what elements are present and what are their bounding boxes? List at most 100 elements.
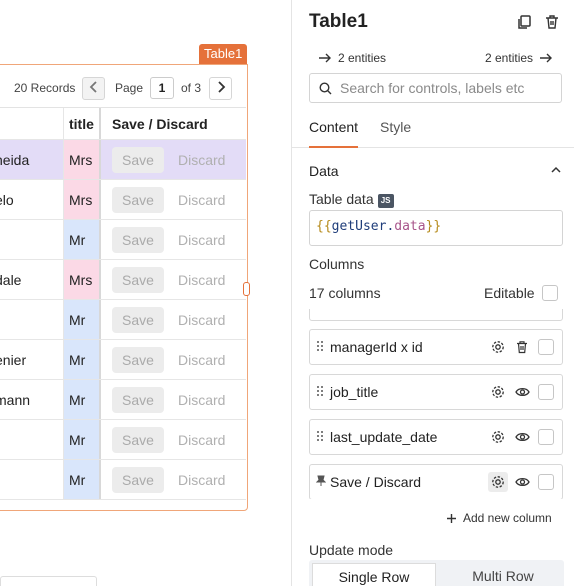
cell-title[interactable]: Mrs [63,260,99,299]
table-row[interactable]: lMr Save Discard [0,420,246,460]
row-discard-button[interactable]: Discard [178,232,225,248]
row-discard-button[interactable]: Discard [178,432,225,448]
cell-name[interactable]: dale [0,260,63,299]
pane-title[interactable]: Table1 [309,11,368,33]
cell-name[interactable]: elo [0,180,63,219]
row-save-button[interactable]: Save [112,346,164,373]
column-item[interactable]: managerId x id [309,329,563,365]
table-row[interactable]: eloMrs Save Discard [0,180,246,220]
cell-name[interactable]: enier [0,340,63,379]
update-mode-multi-row[interactable]: Multi Row [441,563,565,586]
cell-title[interactable]: Mr [63,220,99,259]
table-data-label-row: Table data JS [309,191,394,208]
table-widget[interactable]: 20 Records Page 1 of 3 title Save / Disc… [0,64,248,511]
gear-icon[interactable] [488,427,508,447]
column-editable-checkbox[interactable] [538,474,554,490]
table-row[interactable]: Mr Save Discard [0,300,246,340]
prev-page-button[interactable] [82,77,105,100]
cell-name[interactable]: neida [0,140,63,179]
cell-name[interactable]: l [0,420,63,459]
cell-title[interactable]: Mrs [63,140,99,179]
widget-resize-handle[interactable] [243,282,250,296]
tab-content[interactable]: Content [309,119,359,148]
table-row[interactable]: neidaMrs Save Discard [0,140,246,180]
row-save-button[interactable]: Save [112,186,164,213]
row-discard-button[interactable]: Discard [178,152,225,168]
update-mode-single-row[interactable]: Single Row [312,563,436,586]
row-discard-button[interactable]: Discard [178,312,225,328]
gear-icon[interactable] [488,382,508,402]
outgoing-entities[interactable]: 2 entities [485,51,553,65]
header-cell-actions[interactable]: Save / Discard [99,108,246,139]
code-identifier: getUser [331,219,387,234]
editable-all-checkbox[interactable] [542,285,558,301]
eye-icon[interactable] [512,427,532,447]
cell-name[interactable] [0,460,63,499]
cell-name[interactable] [0,300,63,339]
cell-name[interactable] [0,220,63,259]
table-row[interactable]: Mr Save Discard [0,220,246,260]
row-discard-button[interactable]: Discard [178,472,225,488]
update-mode-toggle: Single Row Multi Row [309,560,564,586]
row-discard-button[interactable]: Discard [178,272,225,288]
cell-name[interactable]: mann [0,380,63,419]
row-save-button[interactable]: Save [112,426,164,453]
incoming-entities[interactable]: 2 entities [318,51,386,65]
trash-icon[interactable] [512,337,532,357]
drag-handle-icon[interactable] [316,385,330,400]
pin-icon[interactable] [315,475,330,490]
cell-title[interactable]: Mr [63,380,99,419]
row-save-button[interactable]: Save [112,226,164,253]
search-input[interactable] [340,80,550,96]
column-editable-checkbox[interactable] [538,339,554,355]
eye-icon[interactable] [512,472,532,492]
gear-icon[interactable] [488,472,508,492]
cell-title[interactable]: Mr [63,340,99,379]
row-save-button[interactable]: Save [112,146,164,173]
column-item[interactable]: job_title [309,374,563,410]
gear-icon[interactable] [488,337,508,357]
row-save-button[interactable]: Save [112,306,164,333]
drag-handle-icon[interactable] [316,430,330,445]
widget-name-badge[interactable]: Table1 [199,44,248,64]
row-discard-button[interactable]: Discard [178,392,225,408]
row-save-button[interactable]: Save [112,266,164,293]
section-title[interactable]: Data [309,163,339,179]
property-search[interactable] [309,73,562,103]
cell-title[interactable]: Mr [63,300,99,339]
column-editable-checkbox[interactable] [538,384,554,400]
row-save-button[interactable]: Save [112,466,164,493]
column-item-partial[interactable] [309,309,563,321]
eye-icon[interactable] [512,382,532,402]
drag-handle-icon[interactable] [316,340,330,355]
canvas: Table1 20 Records Page 1 of 3 title Save… [0,0,291,586]
column-item[interactable]: last_update_date [309,419,563,455]
chevron-up-icon[interactable] [550,166,562,174]
table-row[interactable]: Mr Save Discard [0,460,246,500]
cell-title[interactable]: Mrs [63,180,99,219]
table-row[interactable]: mann Mr Save Discard [0,380,246,420]
next-page-button[interactable] [209,77,232,100]
row-discard-button[interactable]: Discard [178,352,225,368]
column-editable-checkbox[interactable] [538,429,554,445]
header-cell-name[interactable] [0,108,63,139]
row-discard-button[interactable]: Discard [178,192,225,208]
page-label: Page [115,81,144,95]
add-new-column-button[interactable]: Add new column [446,511,552,525]
header-cell-title[interactable]: title [63,108,99,139]
copy-widget-button[interactable] [514,12,534,32]
chevron-left-icon [89,81,97,93]
tab-style[interactable]: Style [380,119,411,148]
arrow-right-icon [540,53,553,63]
table-data-editor[interactable]: {{getUser.data}} [309,210,563,246]
column-item[interactable]: Save / Discard [309,464,563,499]
delete-widget-button[interactable] [542,12,562,32]
cell-title[interactable]: Mr [63,460,99,499]
cell-title[interactable]: Mr [63,420,99,459]
row-save-button[interactable]: Save [112,386,164,413]
table-row[interactable]: enierMr Save Discard [0,340,246,380]
incoming-entities-label: 2 entities [338,51,387,65]
table-row[interactable]: daleMrs Save Discard [0,260,246,300]
page-number-input[interactable]: 1 [150,77,174,99]
js-toggle-badge[interactable]: JS [377,194,394,208]
